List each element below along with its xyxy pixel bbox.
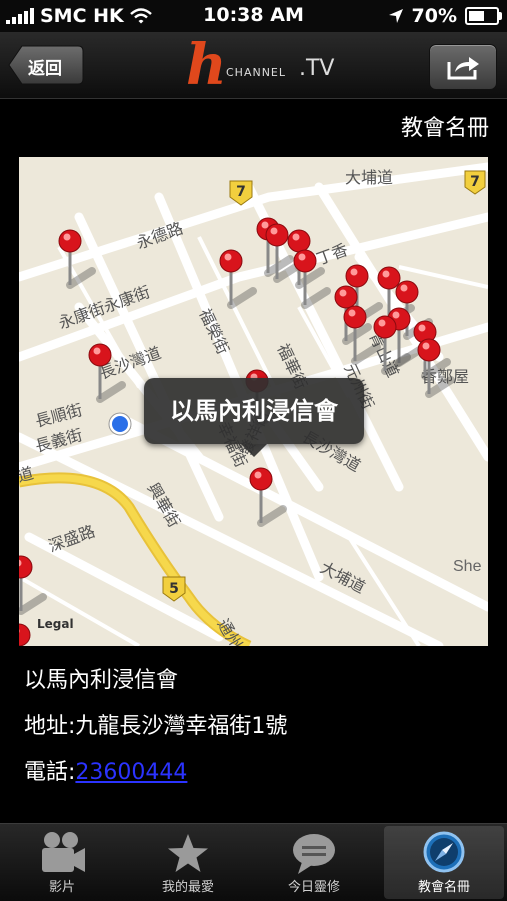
star-icon	[168, 834, 208, 872]
church-address: 地址:九龍長沙灣幸福街1號	[24, 714, 288, 739]
logo-suffix: .TV	[299, 56, 335, 81]
church-map[interactable]: 7 7 5 大埔道 永德路 永康街永康街 福榮街 長沙灣道 長順街 長義街 福華…	[19, 157, 488, 646]
tab-church-directory[interactable]: 教會名冊	[384, 826, 504, 899]
tab-church-directory-label: 教會名冊	[417, 880, 470, 895]
map-callout[interactable]: 以馬內利浸信會	[144, 378, 364, 457]
church-name: 以馬內利浸信會	[24, 668, 179, 693]
tab-videos-label: 影片	[48, 880, 75, 895]
logo-text: CHANNEL	[226, 66, 287, 79]
logo-h-mark: h	[186, 32, 227, 98]
tab-favorites[interactable]: 我的最愛	[128, 826, 248, 899]
share-icon	[447, 57, 479, 80]
share-button[interactable]	[429, 44, 497, 90]
tab-devotion[interactable]: 今日靈修	[254, 826, 374, 899]
speech-bubble-icon	[293, 834, 335, 874]
svg-text:7: 7	[236, 184, 246, 200]
svg-text:5: 5	[169, 581, 179, 597]
back-button-label: 返回	[28, 59, 62, 79]
video-camera-icon	[42, 832, 85, 872]
location-arrow-icon	[388, 9, 403, 23]
page-title: 教會名冊	[400, 116, 489, 141]
battery-icon	[465, 7, 502, 25]
battery-label: 70%	[411, 5, 457, 27]
church-phone-row: 電話:23600444	[24, 754, 187, 786]
phone-link[interactable]: 23600444	[75, 760, 187, 785]
tab-favorites-label: 我的最愛	[161, 880, 214, 895]
channel-tv-logo: h CHANNEL .TV	[186, 32, 346, 98]
map-legal-link[interactable]: Legal	[37, 617, 74, 631]
svg-text:She: She	[453, 558, 482, 575]
svg-text:7: 7	[470, 174, 480, 190]
tab-videos[interactable]: 影片	[2, 826, 122, 899]
svg-text:大埔道: 大埔道	[345, 169, 393, 187]
back-button[interactable]: 返回	[8, 45, 84, 85]
status-right: 70%	[388, 5, 502, 27]
tab-devotion-label: 今日靈修	[287, 880, 340, 895]
compass-icon	[423, 831, 465, 873]
navigation-bar: 返回 h CHANNEL .TV	[0, 32, 507, 99]
tab-bar: 影片 我的最愛 今日靈修 教會名冊	[0, 823, 507, 901]
phone-label: 電話:	[24, 760, 76, 785]
status-bar: SMC HK 10:38 AM 70%	[0, 0, 507, 32]
